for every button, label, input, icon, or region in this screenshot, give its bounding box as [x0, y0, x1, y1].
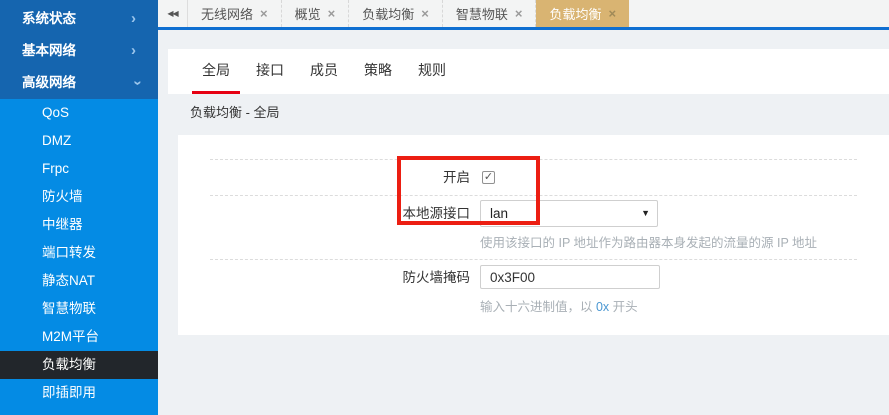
tab-label: 概览: [295, 4, 321, 23]
double-left-arrow-icon: ◀◀: [167, 9, 177, 18]
global-settings-form: 开启 ✓ 本地源接口 lan ▼ 使用该接口的 IP 地址作为路由器本身发起的流…: [210, 135, 857, 325]
tab-interface[interactable]: 接口: [246, 49, 294, 94]
help-suffix: 开头: [609, 300, 637, 314]
sidebar-top-menu: 系统状态 › 基本网络 › 高级网络 ›: [0, 0, 158, 99]
chevron-down-icon: ›: [122, 81, 154, 86]
sidebar-item-system-status[interactable]: 系统状态 ›: [0, 3, 158, 35]
local-source-interface-field: lan ▼ 使用该接口的 IP 地址作为路由器本身发起的流量的源 IP 地址: [480, 200, 817, 251]
tab-load-balancing-active[interactable]: 负载均衡 ×: [536, 0, 629, 27]
sidebar-item-static-nat[interactable]: 静态NAT: [0, 267, 158, 295]
enable-checkbox[interactable]: ✓: [482, 171, 495, 184]
firewall-mask-field: 输入十六进制值，以 0x 开头: [480, 265, 660, 315]
firewall-mask-help: 输入十六进制值，以 0x 开头: [480, 296, 660, 315]
selected-value: lan: [490, 206, 508, 221]
help-code: 0x: [596, 300, 609, 314]
close-icon[interactable]: ×: [260, 6, 268, 21]
sidebar-item-firewall[interactable]: 防火墙: [0, 183, 158, 211]
form-panel: 开启 ✓ 本地源接口 lan ▼ 使用该接口的 IP 地址作为路由器本身发起的流…: [178, 135, 889, 335]
tab-smart-iot[interactable]: 智慧物联 ×: [443, 0, 537, 27]
sidebar-item-m2m-platform[interactable]: M2M平台: [0, 323, 158, 351]
sidebar-item-port-forwarding[interactable]: 端口转发: [0, 239, 158, 267]
check-icon: ✓: [484, 171, 493, 183]
close-icon[interactable]: ×: [421, 6, 429, 21]
tab-member[interactable]: 成员: [300, 49, 348, 94]
chevron-right-icon: ›: [131, 3, 136, 35]
tab-wireless-network[interactable]: 无线网络 ×: [188, 0, 282, 27]
form-row-local-source-interface: 本地源接口 lan ▼ 使用该接口的 IP 地址作为路由器本身发起的流量的源 I…: [210, 195, 857, 259]
breadcrumb: 负载均衡 - 全局: [158, 94, 889, 132]
local-source-interface-select[interactable]: lan ▼: [480, 200, 658, 227]
close-icon[interactable]: ×: [608, 6, 616, 21]
tab-label: 负载均衡: [549, 4, 601, 23]
form-row-enable: 开启 ✓: [210, 159, 857, 195]
sidebar-item-repeater[interactable]: 中继器: [0, 211, 158, 239]
tab-overview[interactable]: 概览 ×: [282, 0, 350, 27]
dropdown-arrow-icon: ▼: [641, 201, 650, 226]
tab-label: 负载均衡: [362, 4, 414, 23]
sidebar-item-label: 系统状态: [22, 11, 76, 26]
close-icon[interactable]: ×: [515, 6, 523, 21]
sidebar-item-qos[interactable]: QoS: [0, 99, 158, 127]
sidebar-item-advanced-network[interactable]: 高级网络 ›: [0, 67, 158, 99]
sidebar-item-load-balancing[interactable]: 负载均衡: [0, 351, 158, 379]
local-source-interface-label: 本地源接口: [210, 200, 480, 251]
chevron-right-icon: ›: [131, 35, 136, 67]
form-row-firewall-mask: 防火墙掩码 输入十六进制值，以 0x 开头: [210, 259, 857, 325]
firewall-mask-input[interactable]: [480, 265, 660, 289]
enable-label: 开启: [210, 160, 480, 196]
local-source-interface-help: 使用该接口的 IP 地址作为路由器本身发起的流量的源 IP 地址: [480, 232, 817, 251]
tab-global[interactable]: 全局: [192, 49, 240, 94]
sidebar: 系统状态 › 基本网络 › 高级网络 › QoS DMZ Frpc 防火墙 中继…: [0, 0, 158, 415]
sidebar-item-frpc[interactable]: Frpc: [0, 155, 158, 183]
tab-label: 智慧物联: [456, 4, 508, 23]
sidebar-item-basic-network[interactable]: 基本网络 ›: [0, 35, 158, 67]
sidebar-item-plug-and-play[interactable]: 即插即用: [0, 379, 158, 407]
help-prefix: 输入十六进制值，以: [480, 300, 596, 314]
sidebar-item-smart-iot[interactable]: 智慧物联: [0, 295, 158, 323]
firewall-mask-label: 防火墙掩码: [210, 265, 480, 315]
sidebar-item-label: 基本网络: [22, 43, 76, 58]
close-icon[interactable]: ×: [328, 6, 336, 21]
tab-label: 无线网络: [201, 4, 253, 23]
sidebar-item-dmz[interactable]: DMZ: [0, 127, 158, 155]
tab-rule[interactable]: 规则: [408, 49, 456, 94]
sidebar-item-label: 高级网络: [22, 75, 76, 90]
open-tabs-bar: ◀◀ 无线网络 × 概览 × 负载均衡 × 智慧物联 × 负载均衡 ×: [158, 0, 889, 30]
collapse-tabs-button[interactable]: ◀◀: [158, 0, 188, 27]
main-content: ◀◀ 无线网络 × 概览 × 负载均衡 × 智慧物联 × 负载均衡 × 全局 接…: [158, 0, 889, 415]
section-tabs: 全局 接口 成员 策略 规则: [168, 49, 889, 94]
tab-policy[interactable]: 策略: [354, 49, 402, 94]
sidebar-sub-menu: QoS DMZ Frpc 防火墙 中继器 端口转发 静态NAT 智慧物联 M2M…: [0, 99, 158, 415]
tab-load-balancing[interactable]: 负载均衡 ×: [349, 0, 443, 27]
